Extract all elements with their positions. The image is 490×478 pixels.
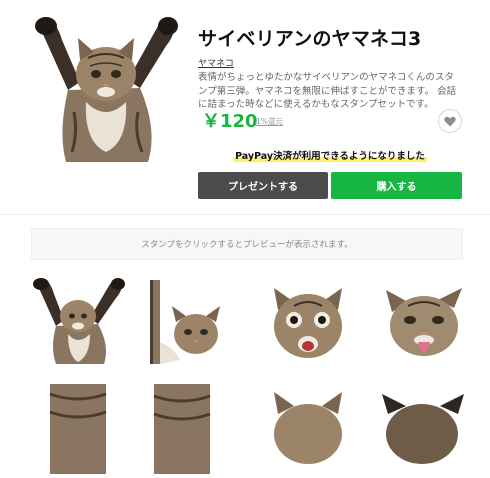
sticker-item[interactable]	[28, 276, 128, 366]
coin-return-link[interactable]: 1%還元	[256, 116, 283, 127]
sticker-title: サイベリアンのヤマネコ3	[198, 28, 422, 50]
sticker-item[interactable]	[146, 276, 246, 366]
preview-hint-text: スタンプをクリックするとプレビューが表示されます。	[141, 240, 353, 250]
sticker-item[interactable]	[258, 384, 358, 474]
paypay-notice-text: PayPay決済が利用できるようになりました	[233, 151, 427, 162]
paypay-notice: PayPay決済が利用できるようになりました	[198, 148, 462, 162]
sticker-item[interactable]	[258, 282, 358, 372]
sticker-description: 表情がちょっとゆたかなサイベリアンのヤマネコくんのスタンプ第三弾。ヤマネコを無限…	[198, 72, 457, 110]
sticker-item[interactable]	[146, 384, 246, 474]
section-divider	[0, 214, 490, 215]
heart-icon	[444, 112, 456, 131]
author-link[interactable]: ヤマネコ	[198, 56, 234, 69]
preview-hint-bar: スタンプをクリックするとプレビューが表示されます。	[31, 228, 463, 260]
sticker-item[interactable]	[372, 384, 472, 474]
sticker-item[interactable]	[28, 384, 128, 474]
price: ￥120	[202, 111, 258, 132]
buy-button[interactable]: 購入する	[331, 172, 462, 199]
sticker-item[interactable]	[372, 282, 472, 372]
favorite-button[interactable]	[438, 109, 462, 133]
main-sticker-image	[28, 12, 184, 168]
gift-button[interactable]: プレゼントする	[198, 172, 328, 199]
